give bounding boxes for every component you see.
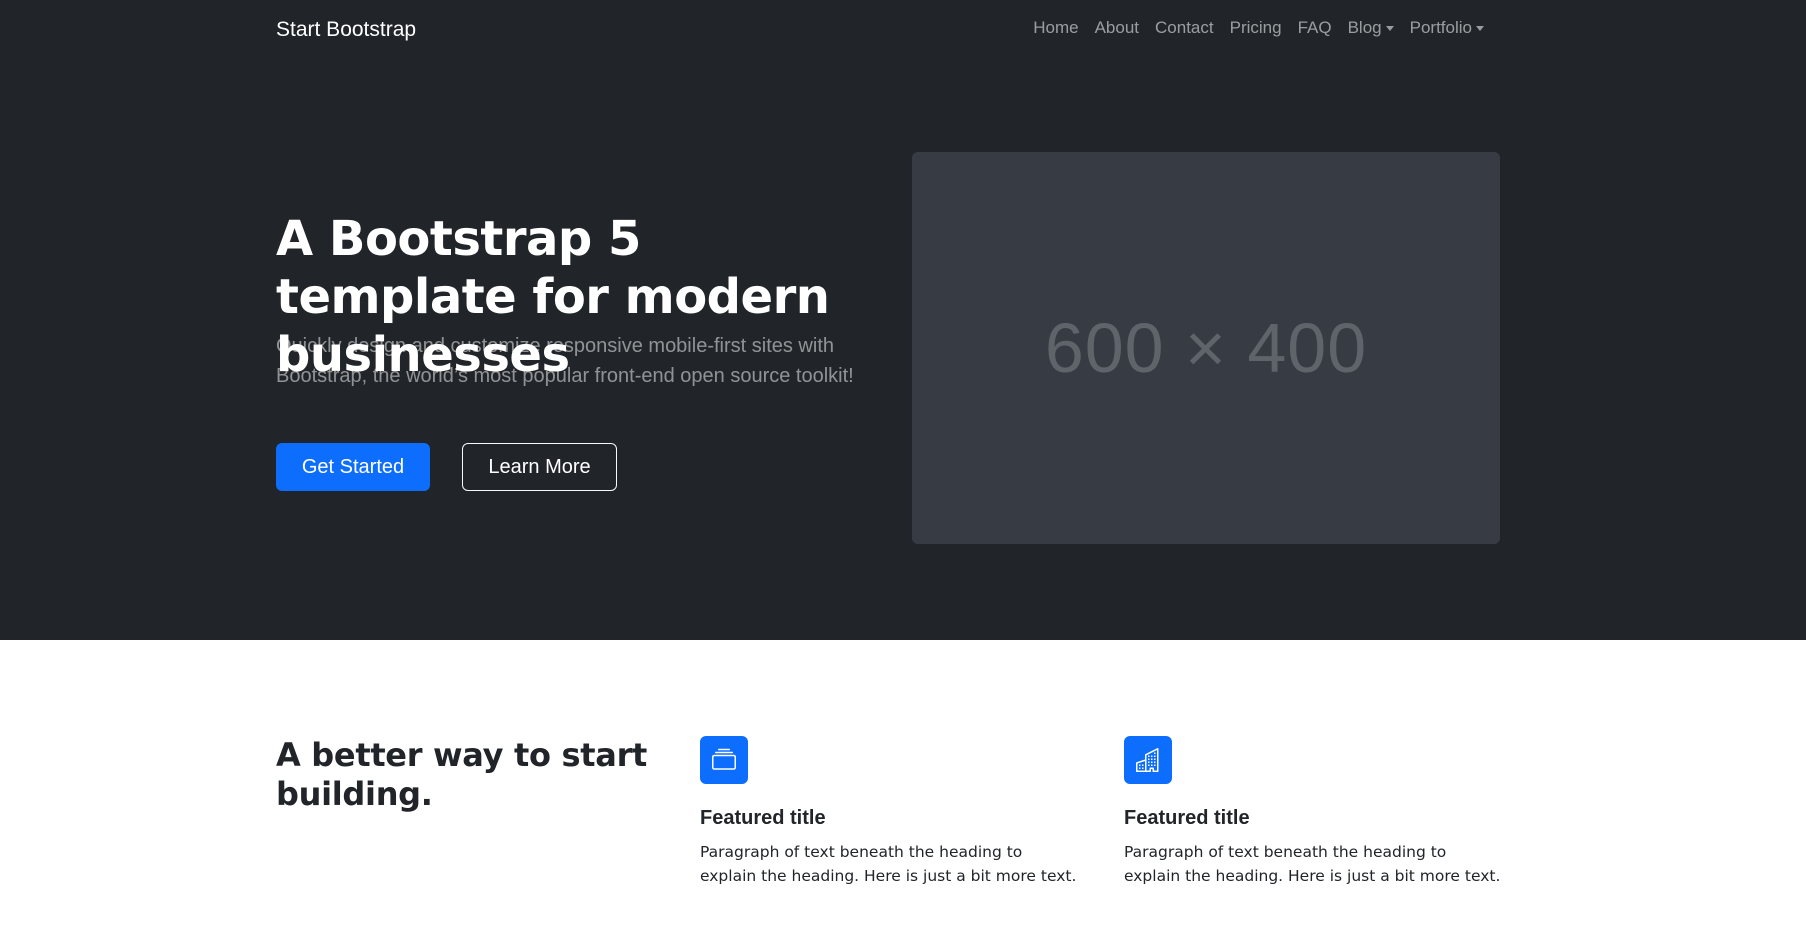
collection-icon <box>712 748 736 770</box>
nav-item-label: Blog <box>1347 18 1382 37</box>
features-heading: A better way to start building. <box>276 736 648 813</box>
nav-item-label: Portfolio <box>1409 18 1472 37</box>
nav-item-blog[interactable]: Blog <box>1340 16 1402 40</box>
navbar-menu: Home About Contact Pricing FAQ Blog Port… <box>1025 16 1492 40</box>
feature-text: Paragraph of text beneath the heading to… <box>700 843 1077 885</box>
nav-item-label: Home <box>1033 18 1079 37</box>
building-icon <box>1136 748 1159 772</box>
hero-image-placeholder: 600 × 400 <box>912 152 1500 544</box>
nav-item-faq[interactable]: FAQ <box>1290 16 1340 40</box>
caret-down-icon <box>1385 25 1394 31</box>
nav-item-label: About <box>1094 18 1140 37</box>
hero-lead: Quickly design and customize responsive … <box>276 335 854 387</box>
caret-down-icon <box>1476 25 1484 31</box>
get-started-button[interactable]: Get Started <box>276 443 430 491</box>
nav-item-label: FAQ <box>1297 18 1332 37</box>
nav-item-pricing[interactable]: Pricing <box>1222 16 1290 40</box>
feature-icon-box <box>1124 736 1172 784</box>
navbar-brand[interactable]: Start Bootstrap <box>276 16 416 44</box>
placeholder-label: 600 × 400 <box>1044 309 1368 387</box>
feature-title: Featured title <box>1124 807 1250 829</box>
nav-item-label: Contact <box>1155 18 1214 37</box>
learn-more-button[interactable]: Learn More <box>462 443 617 491</box>
nav-item-portfolio[interactable]: Portfolio <box>1402 16 1492 40</box>
nav-item-contact[interactable]: Contact <box>1147 16 1222 40</box>
nav-item-label: Pricing <box>1229 18 1282 37</box>
feature-text: Paragraph of text beneath the heading to… <box>1124 843 1501 885</box>
feature-item: Featured title Paragraph of text beneath… <box>700 736 1080 888</box>
feature-icon-box <box>700 736 748 784</box>
nav-item-about[interactable]: About <box>1087 16 1147 40</box>
hero-section: Start Bootstrap Home About Contact Prici… <box>0 0 1806 640</box>
feature-title: Featured title <box>700 807 826 829</box>
nav-item-home[interactable]: Home <box>1025 16 1086 40</box>
feature-item: Featured title Paragraph of text beneath… <box>1124 736 1504 888</box>
